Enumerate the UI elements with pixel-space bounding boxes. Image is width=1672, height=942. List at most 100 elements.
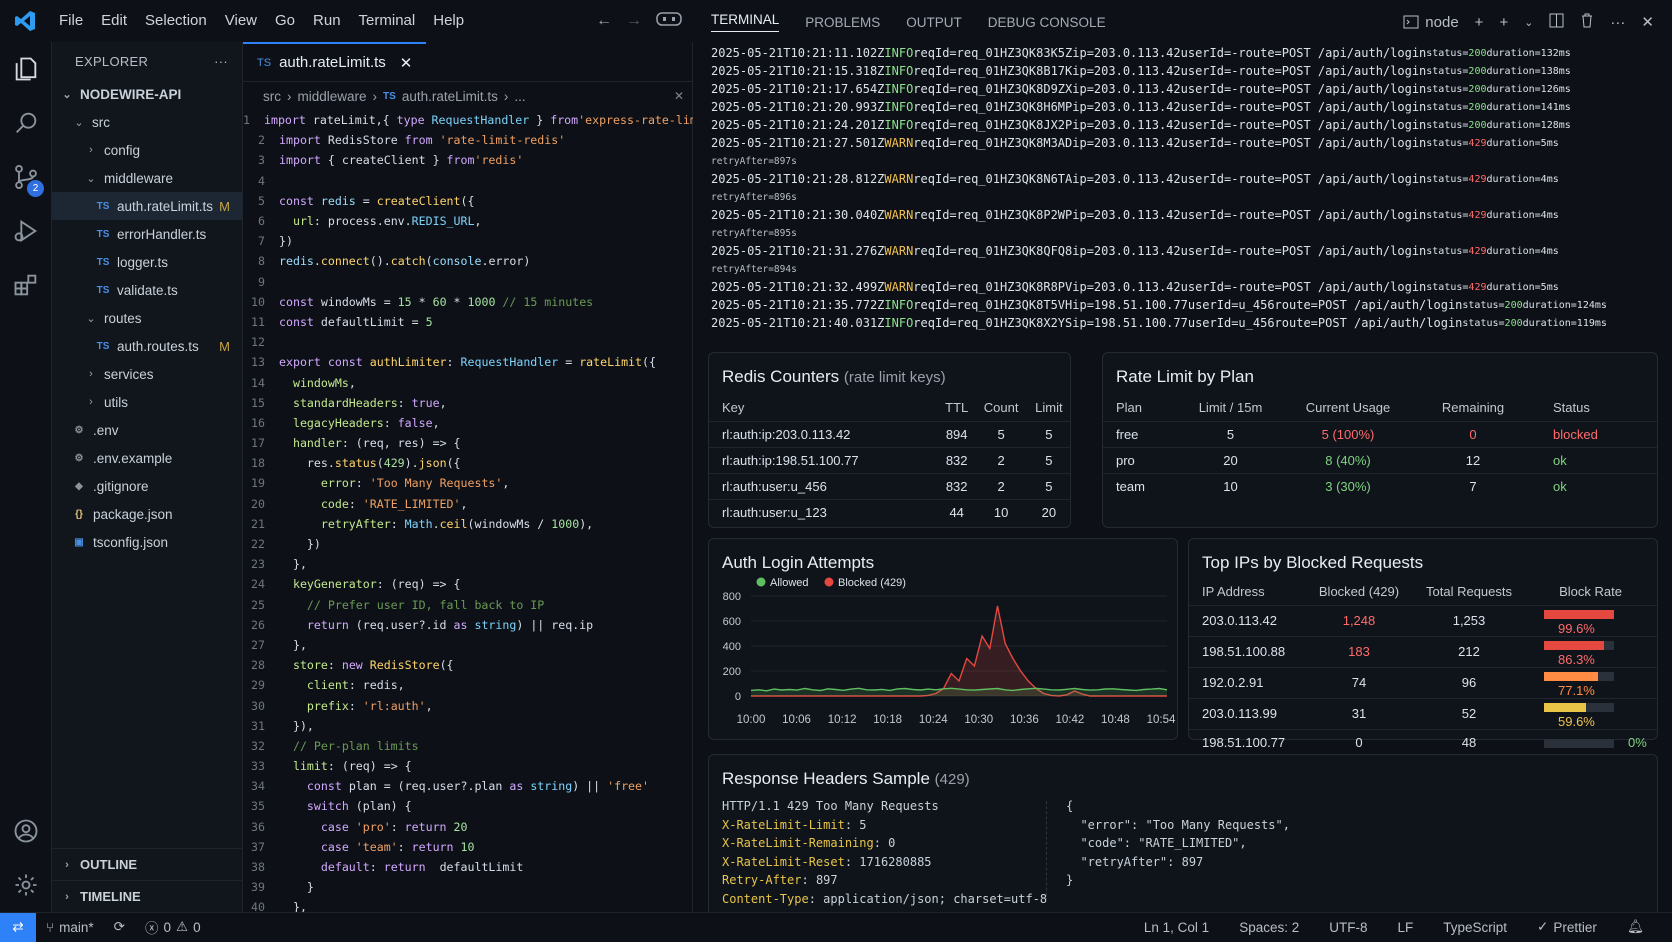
branch-indicator[interactable]: ⑂ main*: [36, 920, 104, 935]
code-text: import rateLimit,{ type RequestHandler }…: [264, 113, 704, 127]
tree-item[interactable]: ⚙ .env.example: [52, 444, 242, 472]
extensions-activity[interactable]: [0, 258, 52, 312]
explorer-title: EXPLORER: [75, 53, 149, 69]
remote-icon[interactable]: ⇄: [0, 912, 36, 942]
explorer-more-icon[interactable]: ···: [214, 54, 228, 69]
breadcrumb-symbols[interactable]: ...: [514, 89, 525, 104]
tsconfig-file-icon: ▣: [74, 536, 84, 548]
tree-item[interactable]: › config: [52, 136, 242, 164]
editor-tab-auth-ratelimit[interactable]: TS auth.rateLimit.ts ✕: [243, 42, 427, 81]
manage-activity[interactable]: [0, 858, 52, 912]
tree-item[interactable]: ◆ .gitignore: [52, 472, 242, 500]
bell-icon[interactable]: 🔔︎: [1617, 919, 1654, 935]
sync-icon[interactable]: ⟳: [104, 919, 135, 935]
terminal-shell-selector[interactable]: node: [1403, 14, 1459, 31]
terminal-output[interactable]: 2025-05-21T10:21:11.102Z INFO reqId=req_…: [693, 44, 1672, 332]
menu-view[interactable]: View: [216, 0, 266, 42]
close-panel-icon[interactable]: ✕: [1641, 13, 1654, 31]
chevron-down-icon[interactable]: ⌄: [1524, 16, 1533, 29]
problems-indicator[interactable]: ⓧ 0 ⚠ 0: [135, 917, 211, 937]
close-icon[interactable]: ✕: [400, 54, 413, 72]
tree-item[interactable]: TS auth.routes.ts M: [52, 332, 242, 360]
indentation[interactable]: Spaces: 2: [1229, 919, 1309, 935]
outline-section[interactable]: › OUTLINE: [52, 848, 242, 880]
tree-item[interactable]: ⌄ routes: [52, 304, 242, 332]
breadcrumb-middleware[interactable]: middleware: [298, 89, 367, 104]
tab-debug-console[interactable]: DEBUG CONSOLE: [988, 15, 1106, 30]
source-control-activity[interactable]: 2: [0, 150, 52, 204]
code-area[interactable]: 1 import rateLimit,{ type RequestHandler …: [243, 110, 704, 918]
status-bar: ⇄ ⑂ main* ⟳ ⓧ 0 ⚠ 0 Ln 1, Col 1 Spaces: 2 U…: [0, 912, 1672, 942]
new-terminal-icon[interactable]: +: [1499, 14, 1508, 31]
timeline-section[interactable]: › TIMELINE: [52, 880, 242, 912]
header-name: X-RateLimit-Remaining: [722, 836, 874, 851]
line-ending[interactable]: LF: [1387, 919, 1423, 935]
tree-item[interactable]: ⚙ .env: [52, 416, 242, 444]
prettier-status[interactable]: ✓ Prettier: [1527, 919, 1607, 935]
tree-item[interactable]: ⌄ middleware: [52, 164, 242, 192]
menu-go[interactable]: Go: [266, 0, 304, 42]
forward-arrow-icon[interactable]: →: [626, 12, 642, 30]
log-level: WARN: [884, 208, 914, 222]
tree-item[interactable]: TS auth.rateLimit.ts M: [52, 192, 242, 220]
tab-problems[interactable]: PROBLEMS: [805, 15, 880, 30]
tree-item[interactable]: ⌄ src: [52, 108, 242, 136]
tree-item[interactable]: TS logger.ts: [52, 248, 242, 276]
back-arrow-icon[interactable]: ←: [596, 12, 612, 30]
workspace-root[interactable]: ⌄ NODEWIRE-API: [52, 80, 242, 108]
breadcrumb-src[interactable]: src: [263, 89, 281, 104]
encoding[interactable]: UTF-8: [1319, 919, 1377, 935]
search-activity[interactable]: [0, 96, 52, 150]
cursor-position[interactable]: Ln 1, Col 1: [1134, 919, 1219, 935]
block-rate-cell: 86.3%: [1524, 635, 1657, 667]
tab-output[interactable]: OUTPUT: [906, 15, 962, 30]
code-line: 8 redis.connect().catch(console.error): [243, 251, 692, 271]
log-duration: duration=132ms: [1486, 47, 1571, 59]
table-cell: rl:auth:ip:198.51.100.77: [709, 446, 939, 473]
code-token: defaultLimit: [439, 860, 524, 875]
plus-icon[interactable]: +: [1475, 14, 1484, 31]
tree-item[interactable]: › services: [52, 360, 242, 388]
code-token: 'rl:auth': [362, 698, 426, 713]
language-mode[interactable]: TypeScript: [1433, 919, 1517, 935]
code-text: import { createClient } from'redis': [279, 153, 523, 167]
code-line: 20 code: 'RATE_LIMITED',: [243, 494, 692, 514]
code-token: REDIS_URL: [411, 214, 475, 229]
code-text: windowMs,: [279, 376, 356, 390]
accounts-activity[interactable]: [0, 804, 52, 858]
menu-edit[interactable]: Edit: [92, 0, 136, 42]
log-ip: ip=203.0.113.42: [1072, 280, 1181, 294]
more-icon[interactable]: ···: [1610, 14, 1625, 31]
log-duration: duration=4ms: [1486, 245, 1559, 257]
trash-icon[interactable]: [1580, 13, 1594, 32]
line-number: 28: [251, 658, 265, 673]
copilot-icon[interactable]: [656, 11, 682, 32]
run-debug-activity[interactable]: [0, 204, 52, 258]
code-token: import: [279, 153, 328, 168]
tree-item[interactable]: {} package.json: [52, 500, 242, 528]
nav-controls: ← →: [596, 11, 704, 32]
menu-file[interactable]: File: [50, 0, 92, 42]
explorer-activity[interactable]: [0, 42, 52, 96]
tree-item[interactable]: TS errorHandler.ts: [52, 220, 242, 248]
breadcrumb-file[interactable]: auth.rateLimit.ts: [402, 89, 498, 104]
table-row: team 10 3 (30%) 7 ok: [1103, 472, 1657, 499]
code-token: 'express-rate-limi: [578, 113, 704, 128]
split-icon[interactable]: [1549, 13, 1564, 32]
menu-selection[interactable]: Selection: [136, 0, 216, 42]
tree-item[interactable]: › utils: [52, 388, 242, 416]
tab-terminal[interactable]: TERMINAL: [711, 12, 780, 32]
tree-item[interactable]: ▣ tsconfig.json: [52, 528, 242, 556]
table-cell: 0: [1304, 728, 1414, 755]
log-line: 2025-05-21T10:21:30.040Z WARN reqId=req_…: [711, 206, 1672, 224]
menu-terminal[interactable]: Terminal: [350, 0, 425, 42]
menu-help[interactable]: Help: [424, 0, 473, 42]
menu-run[interactable]: Run: [304, 0, 350, 42]
table-cell: rl:auth:user:u_456: [709, 472, 939, 499]
code-token: ,: [425, 698, 433, 713]
tree-item[interactable]: TS validate.ts: [52, 276, 242, 304]
close-icon[interactable]: ✕: [674, 89, 684, 103]
